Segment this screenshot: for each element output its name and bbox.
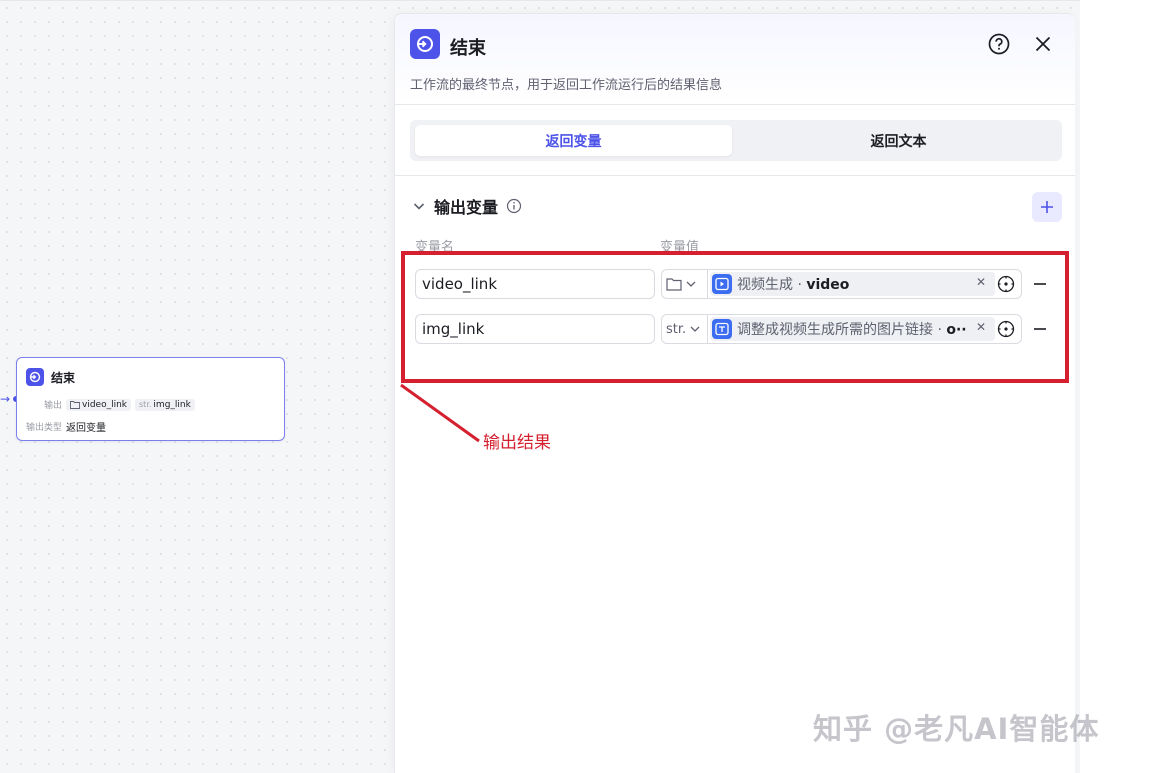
folder-icon	[70, 401, 80, 409]
panel-description: 工作流的最终节点，用于返回工作流运行后的结果信息	[410, 78, 723, 93]
string-icon: str.	[139, 400, 152, 409]
node-output-type-row: 输出类型 返回变量	[26, 419, 106, 434]
node-outputs-row: 输出 video_link str. img_link	[44, 398, 195, 411]
end-node-icon	[410, 29, 440, 59]
end-node-icon	[26, 368, 44, 386]
node-output-tag: video_link	[66, 398, 132, 411]
chevron-down-icon	[690, 326, 700, 332]
variable-name-input[interactable]: img_link	[415, 314, 655, 344]
node-output-label: 输出	[44, 401, 63, 411]
section-title: 输出变量	[434, 198, 499, 217]
chevron-down-icon	[686, 281, 696, 287]
select-variable-icon[interactable]	[997, 275, 1015, 293]
node-output-tag: str. img_link	[135, 398, 195, 411]
node-output-type-value: 返回变量	[66, 423, 107, 434]
remove-variable-icon[interactable]	[1031, 320, 1049, 338]
variable-name-input[interactable]: video_link	[415, 269, 655, 299]
divider	[395, 175, 1075, 176]
reference-chip: 调整成视频生成所需的图片链接 · o··	[710, 317, 995, 341]
close-icon[interactable]	[1033, 34, 1053, 54]
variable-row: video_link 视频生成 · video ✕	[415, 269, 1055, 299]
variable-type-select[interactable]: str.	[661, 314, 708, 344]
panel-header: 结束 工作流的最终节点，用于返回工作流运行后的结果信息	[395, 14, 1075, 105]
variable-type-select[interactable]	[661, 269, 708, 299]
chevron-down-icon[interactable]	[412, 199, 426, 213]
info-icon[interactable]	[506, 198, 522, 214]
video-generation-icon	[712, 274, 732, 294]
reference-chip: 视频生成 · video	[710, 272, 995, 296]
return-mode-tabs: 返回变量 返回文本	[410, 120, 1062, 161]
edge-arrow-icon: →	[0, 392, 11, 406]
node-output-name: img_link	[153, 399, 191, 410]
plus-icon	[1041, 201, 1053, 213]
column-header-name: 变量名	[415, 240, 455, 255]
add-variable-button[interactable]	[1032, 192, 1062, 222]
clear-reference-icon[interactable]: ✕	[976, 275, 986, 289]
variable-reference-field[interactable]: 调整成视频生成所需的图片链接 · o·· ✕	[707, 314, 1022, 344]
reference-text: 视频生成 · video	[737, 277, 850, 293]
annotation-callout-text: 输出结果	[483, 433, 551, 453]
tab-return-variables[interactable]: 返回变量	[415, 125, 732, 156]
help-icon[interactable]	[988, 33, 1010, 55]
end-node[interactable]: 结束 输出 video_link str. img_link 输出类型 返回变量	[16, 357, 285, 441]
remove-variable-icon[interactable]	[1031, 275, 1049, 293]
reference-text: 调整成视频生成所需的图片链接 · o··	[737, 322, 967, 338]
node-header: 结束	[26, 368, 75, 386]
variable-reference-field[interactable]: 视频生成 · video ✕	[707, 269, 1022, 299]
variable-row: img_link str. 调整成视频生成所需的图片链接 · o·· ✕	[415, 314, 1055, 344]
clear-reference-icon[interactable]: ✕	[976, 320, 986, 334]
node-config-panel: 结束 工作流的最终节点，用于返回工作流运行后的结果信息 返回变量 返回文本 输出…	[394, 13, 1075, 773]
column-header-value: 变量值	[660, 240, 700, 255]
node-output-name: video_link	[82, 399, 128, 410]
annotation-callout-line	[400, 383, 480, 443]
tab-return-text[interactable]: 返回文本	[740, 125, 1057, 156]
node-output-type-label: 输出类型	[26, 423, 63, 433]
output-variables-header[interactable]: 输出变量	[412, 194, 522, 218]
select-variable-icon[interactable]	[997, 320, 1015, 338]
text-node-icon	[712, 319, 732, 339]
watermark: 知乎 @老凡AI智能体	[813, 712, 1100, 746]
panel-title: 结束	[450, 38, 486, 59]
folder-icon	[666, 278, 682, 291]
string-type-label: str.	[666, 321, 687, 337]
node-title: 结束	[51, 370, 76, 385]
